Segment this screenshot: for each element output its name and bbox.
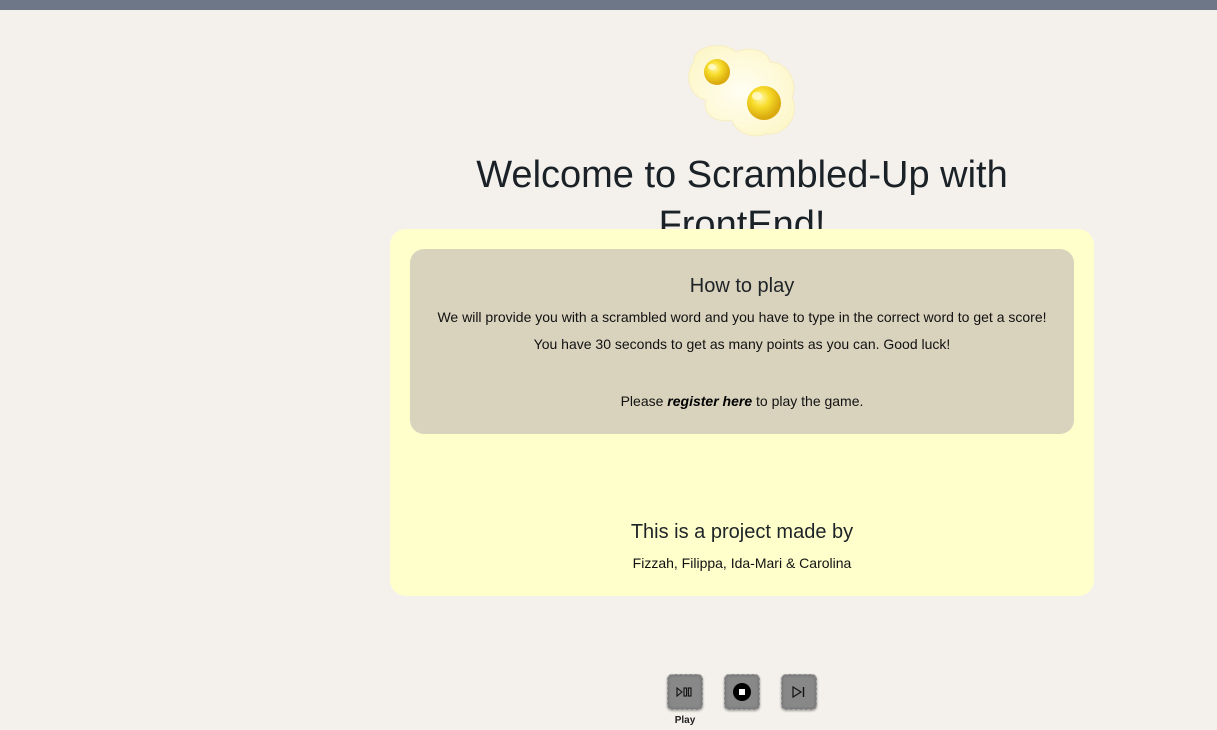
play-pause-icon	[676, 687, 694, 697]
register-link[interactable]: register here	[667, 393, 752, 409]
instructions-line-1: We will provide you with a scrambled wor…	[437, 309, 1047, 325]
how-to-play-heading: How to play	[689, 275, 795, 297]
register-prefix: Please	[620, 393, 668, 409]
register-suffix: to play the game.	[752, 393, 864, 409]
register-prompt: Please register here to play the game.	[410, 392, 1074, 410]
skip-next-icon	[792, 686, 806, 698]
play-label: Play	[674, 715, 696, 726]
credits-heading: This is a project made by	[630, 521, 854, 543]
how-to-play-panel: How to play We will provide you with a s…	[410, 249, 1074, 434]
fried-eggs-logo-icon	[684, 42, 800, 138]
main-card: How to play We will provide you with a s…	[390, 229, 1094, 596]
stop-button[interactable]	[724, 674, 760, 710]
skip-next-button[interactable]	[781, 674, 817, 710]
instructions-line-2: You have 30 seconds to get as many point…	[533, 336, 951, 352]
music-player-controls: Play	[667, 674, 827, 726]
play-pause-button[interactable]	[667, 674, 703, 710]
credits-names: Fizzah, Filippa, Ida-Mari & Carolina	[632, 555, 852, 571]
stop-icon	[732, 682, 752, 702]
top-bar	[0, 0, 1217, 10]
